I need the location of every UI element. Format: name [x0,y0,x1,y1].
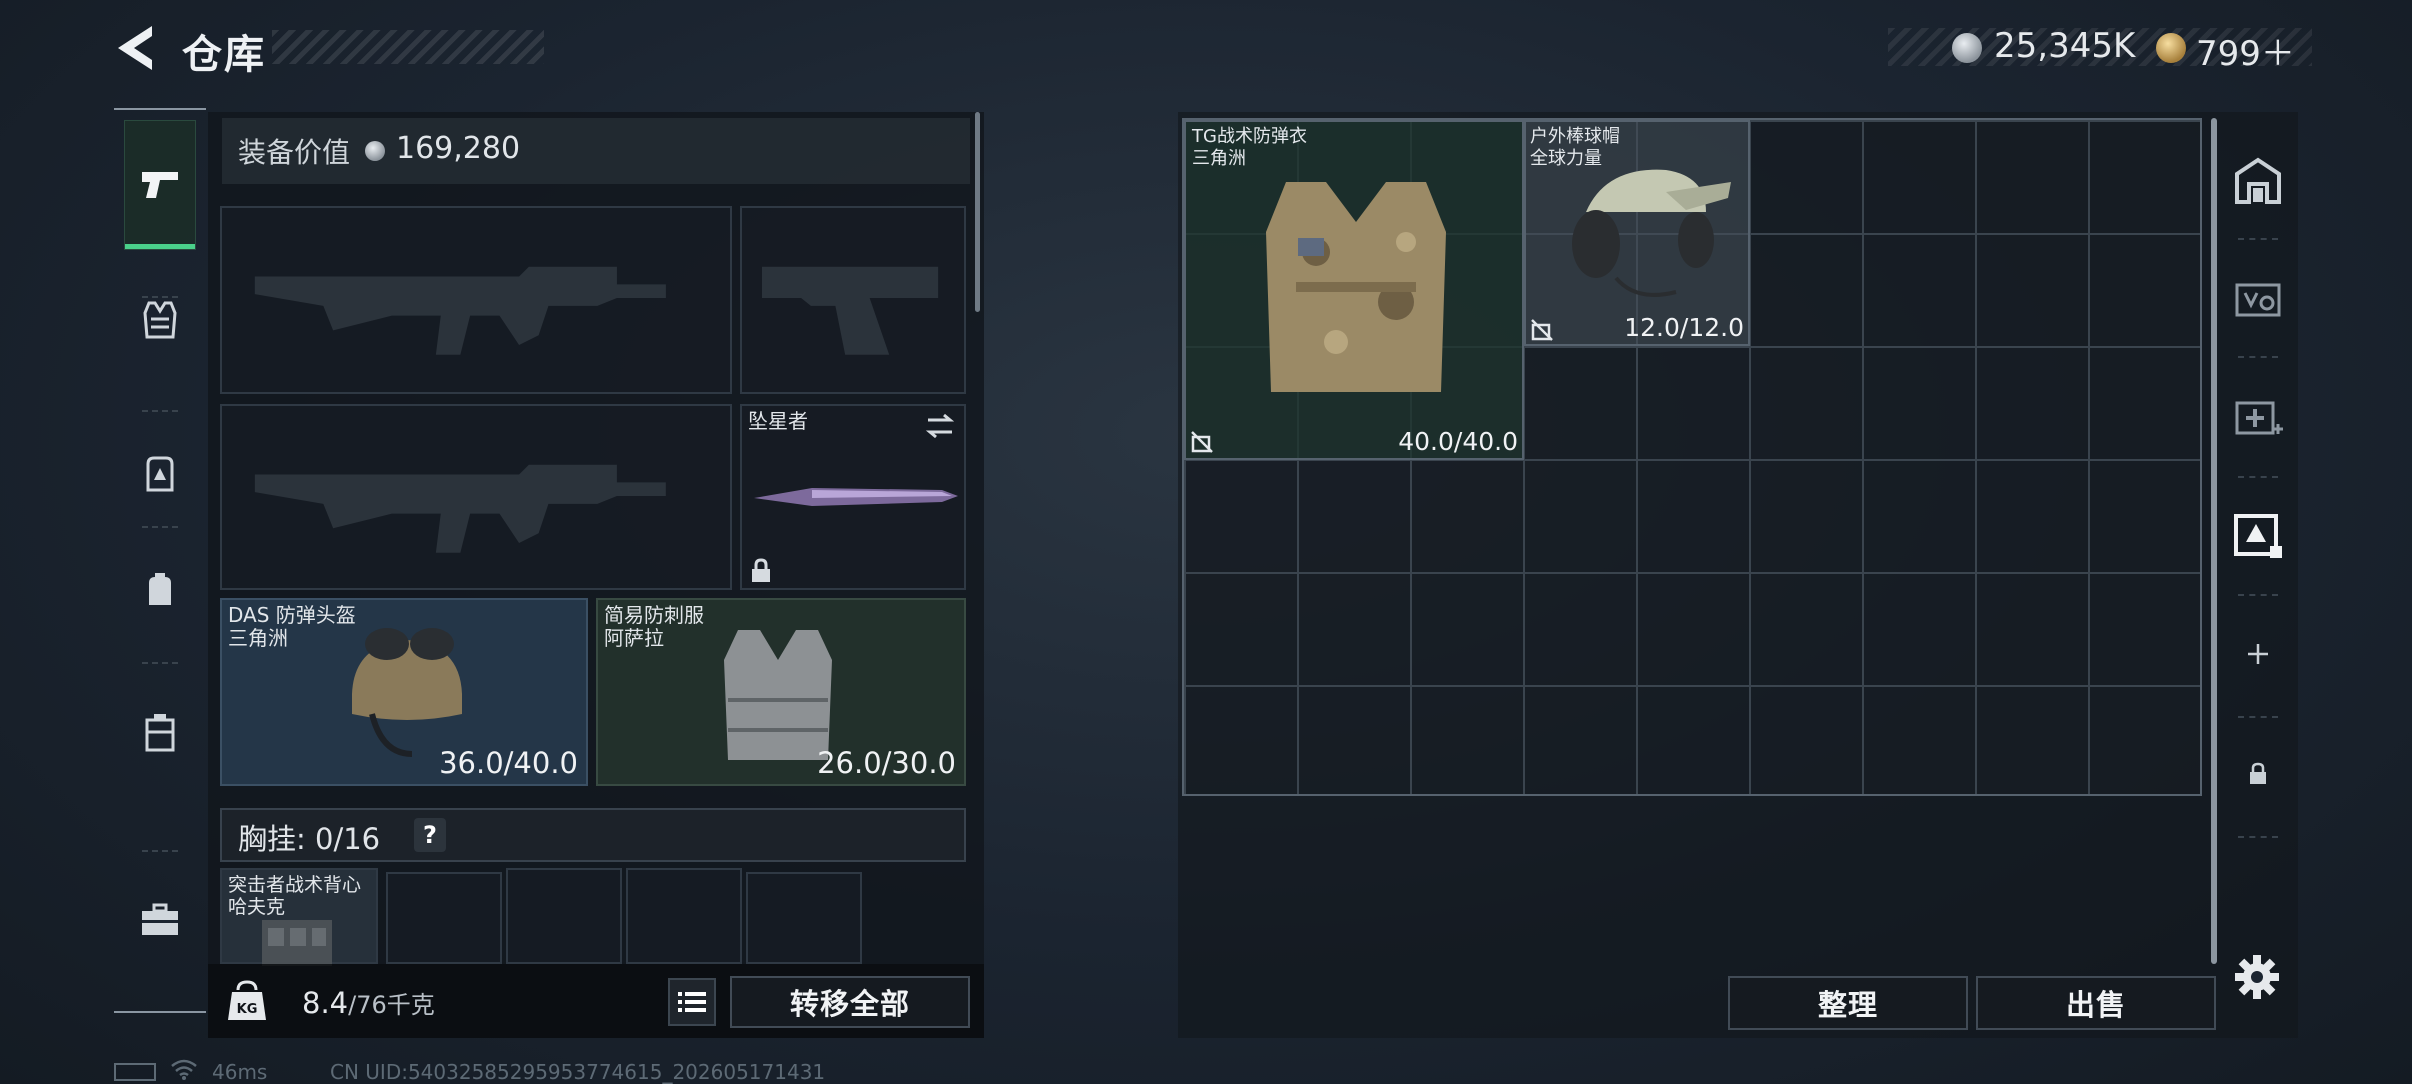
rig-name: 突击者战术背心 [228,874,362,896]
helmet-slot[interactable]: DAS 防弹头盔 三角洲 36.0/40.0 [220,598,588,786]
weight-max: /76千克 [348,991,435,1019]
battery-icon [114,1063,156,1081]
stash-home-tab[interactable] [2230,152,2286,208]
equipment-scrollbar[interactable] [975,112,980,312]
nav-pouch-tab[interactable] [124,540,196,640]
helmet-durability: 36.0/40.0 [439,746,578,780]
rifle-silhouette-icon [254,464,666,553]
nav-vest-tab[interactable] [124,270,196,370]
stash-item-durability: 12.0/12.0 [1624,313,1744,342]
nav-backpack-tab[interactable] [124,424,196,524]
knife-image [754,488,958,506]
sort-button[interactable]: 整理 [1728,976,1968,1030]
chest-rig-slot[interactable]: 突击者战术背心 哈夫克 [220,868,378,966]
rig-cell[interactable] [746,872,862,964]
plus-icon [2248,644,2268,664]
stash-ammo-tab[interactable] [2230,506,2286,562]
nav-container-tab[interactable] [124,682,196,782]
list-view-button[interactable] [668,978,716,1026]
pistol-silhouette-icon [761,266,939,355]
weight-display: 8.4/76千克 [302,985,435,1020]
helmet-image [352,628,462,757]
stash-item-origin: 三角洲 [1192,148,1246,169]
armor-name: 简易防刺服 [604,603,704,627]
stash-item-baseball-cap[interactable]: 户外棒球帽 全球力量 12.0/12.0 [1524,120,1750,346]
melee-name: 坠星者 [748,409,808,433]
lock-icon [2250,762,2266,784]
nav-toolbox-tab[interactable] [124,870,196,970]
gold-coin-icon [2156,33,2186,63]
uid-text: CN UID:54032585295953774615_202605171431 [330,1060,826,1084]
gear-icon[interactable] [2234,954,2280,1000]
no-insure-icon [1191,431,1213,453]
stash-page-nav [2216,120,2296,840]
left-category-nav [114,108,206,1013]
transfer-all-button[interactable]: 转移全部 [730,976,970,1028]
pouch-icon [149,573,171,605]
add-stash-page-button[interactable] [2230,626,2286,682]
title-decoration [272,30,544,64]
rig-image [262,920,332,966]
stash-case-tab[interactable] [2230,270,2286,326]
rig-cell[interactable] [626,868,742,964]
primary-weapon-slot-2[interactable] [220,404,732,590]
list-icon [678,992,706,1012]
ping-text: 46ms [212,1060,268,1084]
weight-current: 8.4 [302,986,349,1020]
equipment-value-label: 装备价值 [238,136,351,169]
silver-coin-icon [1952,33,1982,63]
gold-currency-amount[interactable]: 799＋ [2196,26,2295,75]
stash-item-durability: 40.0/40.0 [1398,427,1518,456]
sell-button[interactable]: 出售 [1976,976,2216,1030]
silver-coin-icon [365,141,385,161]
medkit-icon [2235,401,2283,435]
stash-item-name: 户外棒球帽 [1530,126,1620,147]
backpack-icon [146,456,174,492]
pistol-icon [142,172,178,198]
helmet-origin: 三角洲 [228,626,288,650]
silver-currency-amount: 25,345K [1994,26,2136,66]
rig-cell[interactable] [386,872,502,964]
chest-rig-capacity: 胸挂: 0/16 [238,822,381,856]
melee-slot[interactable]: 坠星者 [740,404,966,590]
armor-origin: 阿萨拉 [604,626,664,650]
locked-stash-page[interactable] [2230,746,2286,802]
no-insure-icon [1531,319,1553,341]
stash-item-tactical-vest[interactable]: TG战术防弹衣 三角洲 40.0/40.0 [1184,120,1524,460]
primary-weapon-slot-1[interactable] [220,206,732,394]
rifle-silhouette-icon [254,266,666,355]
container-icon [145,714,175,752]
help-icon[interactable]: ? [414,818,446,852]
kg-weight-icon: KG [228,980,266,1022]
equipment-value-amount: 169,280 [396,131,521,166]
page-title: 仓库 [182,32,266,78]
armor-durability: 26.0/30.0 [817,746,956,780]
wifi-icon [170,1058,198,1080]
tactical-vest-image [1266,182,1446,392]
case-icon [2235,283,2281,317]
vest-icon [143,301,177,339]
stash-medkit-tab[interactable] [2230,388,2286,444]
rig-cell[interactable] [506,868,622,964]
toolbox-icon [142,903,178,935]
svg-text:KG: KG [237,1002,258,1017]
stash-item-name: TG战术防弹衣 [1192,126,1307,147]
back-icon[interactable] [112,22,158,74]
house-icon [2235,157,2281,204]
lock-icon [752,558,770,582]
sidearm-slot[interactable] [740,206,966,394]
helmet-name: DAS 防弹头盔 [228,603,356,627]
armor-slot[interactable]: 简易防刺服 阿萨拉 26.0/30.0 [596,598,966,786]
swap-icon[interactable] [924,412,956,440]
ammo-box-icon [2234,514,2282,558]
baseball-cap-image [1572,169,1731,297]
nav-weapons-tab[interactable] [124,120,196,250]
